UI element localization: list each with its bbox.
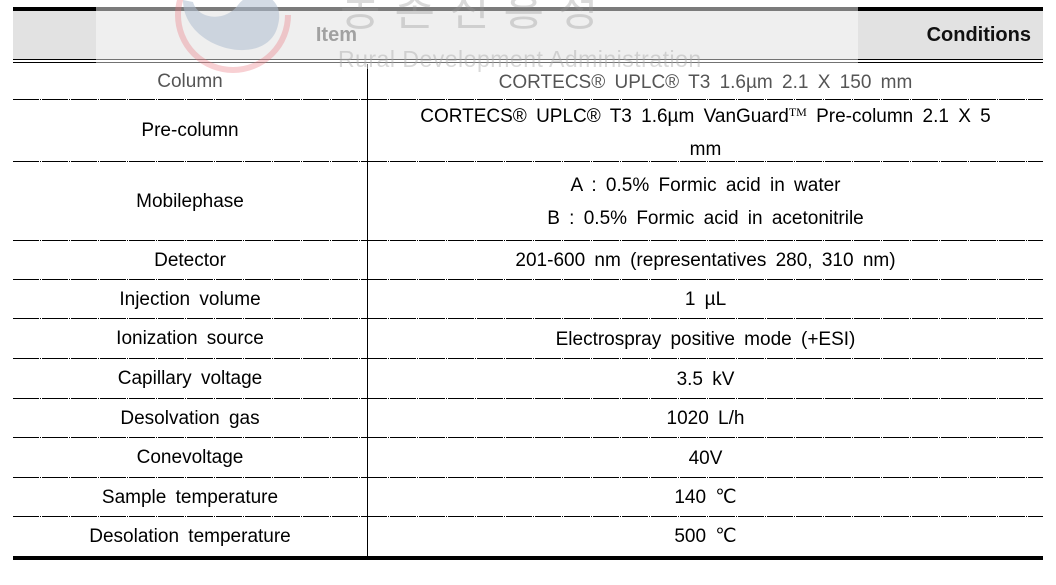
item-cell: Sample temperature (13, 478, 368, 517)
conditions-table: Item Conditions Column CORTECS® UPLC® T3… (13, 7, 1043, 560)
conditions-cell: A : 0.5% Formic acid in water B : 0.5% F… (368, 162, 1043, 241)
conditions-cell: 1 µL (368, 280, 1043, 319)
condition-line: CORTECS® UPLC® T3 1.6µm 2.1 X 150 mm (498, 71, 913, 93)
item-cell: Detector (13, 241, 368, 280)
item-cell: Pre-column (13, 100, 368, 162)
conditions-cell: 3.5 kV (368, 359, 1043, 399)
table-header-row: Item Conditions (13, 11, 1043, 63)
header-item-label: Item (315, 23, 357, 46)
conditions-cell: 500 ℃ (368, 517, 1043, 556)
condition-line: 1 µL (684, 289, 727, 310)
table-row: Ionization source Electrospray positive … (13, 319, 1043, 359)
table-row: Capillary voltage 3.5 kV (13, 359, 1043, 399)
table-row: Desolvation gas 1020 L/h (13, 399, 1043, 438)
trademark-symbol: TM (788, 105, 807, 119)
conditions-cell: 40V (368, 438, 1043, 478)
item-cell: Mobilephase (13, 162, 368, 241)
conditions-cell: CORTECS® UPLC® T3 1.6µm VanGuardTM Pre-c… (368, 100, 1043, 162)
condition-line: 201-600 nm (representatives 280, 310 nm) (515, 250, 896, 271)
item-cell: Desolation temperature (13, 517, 368, 556)
condition-line: 1020 L/h (666, 408, 745, 429)
condition-line: Electrospray positive mode (+ESI) (555, 328, 856, 350)
condition-line: A : 0.5% Formic acid in water (570, 174, 841, 196)
condition-line: 40V (688, 447, 723, 469)
table-row: Detector 201-600 nm (representatives 280… (13, 241, 1043, 280)
condition-line: CORTECS® UPLC® T3 1.6µm VanGuardTM Pre-c… (420, 96, 991, 133)
table-row: Pre-column CORTECS® UPLC® T3 1.6µm VanGu… (13, 100, 1043, 162)
header-item: Item (13, 11, 368, 59)
conditions-cell: Electrospray positive mode (+ESI) (368, 319, 1043, 359)
table-row: Mobilephase A : 0.5% Formic acid in wate… (13, 162, 1043, 241)
item-cell: Desolvation gas (13, 399, 368, 438)
condition-line: 3.5 kV (676, 368, 735, 390)
item-cell: Conevoltage (13, 438, 368, 478)
table-row: Sample temperature 140 ℃ (13, 478, 1043, 517)
conditions-cell: 1020 L/h (368, 399, 1043, 438)
item-cell: Ionization source (13, 319, 368, 359)
condition-line: 140 ℃ (674, 487, 737, 508)
condition-text: CORTECS® UPLC® T3 1.6µm VanGuard (420, 106, 789, 127)
table-bottom-rule (13, 556, 1043, 560)
item-cell: Column (13, 64, 368, 100)
condition-text: Pre-column 2.1 X 5 (816, 106, 991, 127)
conditions-cell: CORTECS® UPLC® T3 1.6µm 2.1 X 150 mm (368, 64, 1043, 100)
item-cell: Capillary voltage (13, 359, 368, 399)
conditions-cell: 201-600 nm (representatives 280, 310 nm) (368, 241, 1043, 280)
table-row: Conevoltage 40V (13, 438, 1043, 478)
item-cell: Injection volume (13, 280, 368, 319)
table-row: Injection volume 1 µL (13, 280, 1043, 319)
header-conditions: Conditions (368, 11, 1043, 59)
table-row: Column CORTECS® UPLC® T3 1.6µm 2.1 X 150… (13, 64, 1043, 100)
header-conditions-label: Conditions (926, 23, 1031, 46)
condition-line: 500 ℃ (674, 526, 737, 547)
condition-line: B : 0.5% Formic acid in acetonitrile (547, 207, 864, 229)
table-row: Desolation temperature 500 ℃ (13, 517, 1043, 556)
conditions-cell: 140 ℃ (368, 478, 1043, 517)
